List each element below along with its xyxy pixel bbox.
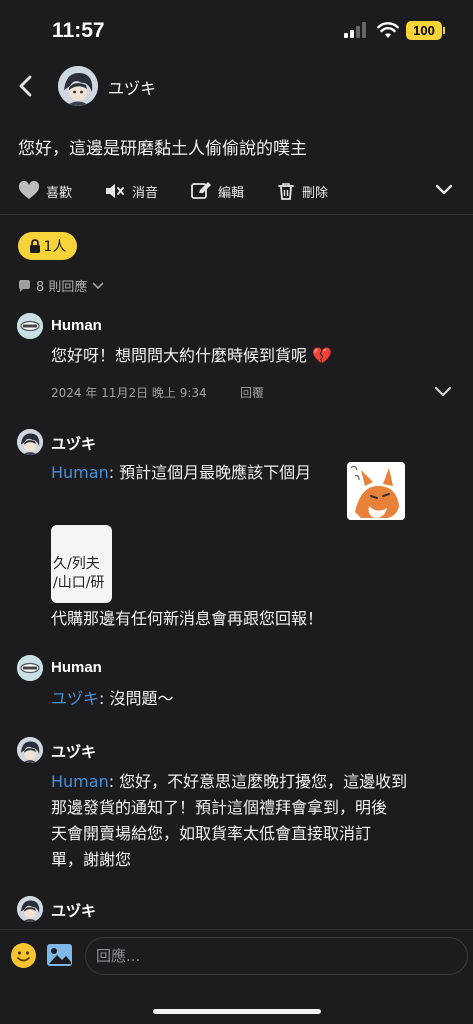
comment-date: 2024 年 11月2日 晚上 9:34 [51,386,207,400]
reply-input[interactable] [85,937,468,975]
comment-text-line: 天會開賣場給您，如取貨率太低會直接取消訂 [51,824,372,843]
comment-author[interactable]: Human [51,317,102,334]
heart-icon [18,181,40,199]
comment-text-line: : 您好，不好意思這麼晚打擾您，這邊收到 [108,772,408,791]
delete-button[interactable]: 刪除 [276,181,328,201]
speech-bubble-icon [18,279,30,292]
emoji-icon[interactable] [10,942,37,969]
status-time: 11:57 [52,19,105,42]
comment-text-body: : 沒問題～ [99,689,174,708]
avatar[interactable] [17,655,43,681]
comment-author[interactable]: ユヅキ [51,900,96,921]
avatar[interactable] [58,66,98,106]
reply-bar [0,930,473,1024]
mention-link[interactable]: ユヅキ [51,689,99,708]
nav-header: ユヅキ [0,62,473,112]
chevron-down-icon[interactable] [434,386,452,398]
trash-icon [278,183,294,200]
image-icon[interactable] [46,943,73,967]
edit-button[interactable]: 編輯 [190,181,244,201]
attachment-text: 久/列夫 [53,556,100,572]
attachment-text: /山口/研 [53,575,105,591]
comment-text: 您好呀！想問問大約什麼時候到貨呢 💔 [51,346,333,365]
delete-label: 刪除 [302,185,329,201]
comment-text: Human: 預計這個月最晚應該下個月 [51,460,311,486]
battery-indicator: 100 [406,21,442,40]
fox-sticker[interactable] [347,462,405,520]
divider [0,214,473,215]
status-bar: 11:57 100 [0,0,473,62]
privacy-tag-label: 1人 [43,239,67,255]
edit-icon [191,182,211,199]
replies-count-label: 8 則回應 [36,280,88,295]
battery-tip [443,27,445,34]
mute-icon [106,184,124,198]
home-indicator [153,1009,321,1014]
reply-link[interactable]: 回覆 [240,384,264,401]
post-text: 您好，這邊是研磨黏土人偷偷說的噗主 [18,139,307,159]
comment-text-line: 單，謝謝您 [51,850,132,869]
comment-text-body: : 預計這個月最晚應該下個月 [108,463,312,482]
edit-label: 編輯 [218,185,245,201]
comment-text: 代購那邊有任何新消息會再跟您回報！ [51,609,324,628]
avatar[interactable] [17,429,43,455]
avatar[interactable] [17,737,43,763]
chevron-down-icon[interactable] [435,184,453,196]
privacy-tag[interactable]: 1人 [18,232,77,260]
mute-button[interactable]: 消音 [104,181,158,201]
mute-label: 消音 [132,185,159,201]
avatar[interactable] [17,896,43,922]
lock-icon [29,239,40,253]
image-attachment[interactable]: 久/列夫 /山口/研 [51,525,112,603]
back-arrow-icon[interactable] [14,72,38,100]
like-label: 喜歡 [46,185,73,201]
wifi-icon [377,22,399,38]
replies-count-toggle[interactable]: 8 則回應 [18,276,104,295]
comment-author[interactable]: ユヅキ [51,741,96,762]
signal-icon [344,22,370,38]
mention-link[interactable]: Human [51,463,109,482]
header-user-name[interactable]: ユヅキ [108,75,156,99]
comment-text: ユヅキ: 沒問題～ [51,686,174,712]
avatar[interactable] [17,313,43,339]
mention-link[interactable]: Human [51,772,109,791]
comment-author[interactable]: ユヅキ [51,433,96,454]
comment-text-line: 那邊發貨的通知了！預計這個禮拜會拿到，明後 [51,798,388,817]
like-button[interactable]: 喜歡 [18,181,72,201]
comment-text: Human: 您好，不好意思這麼晚打擾您，這邊收到 那邊發貨的通知了！預計這個禮… [51,769,466,873]
comment-author[interactable]: Human [51,659,102,676]
post-actions: 喜歡 消音 編輯 刪除 [0,175,473,211]
chevron-down-icon [93,282,104,289]
